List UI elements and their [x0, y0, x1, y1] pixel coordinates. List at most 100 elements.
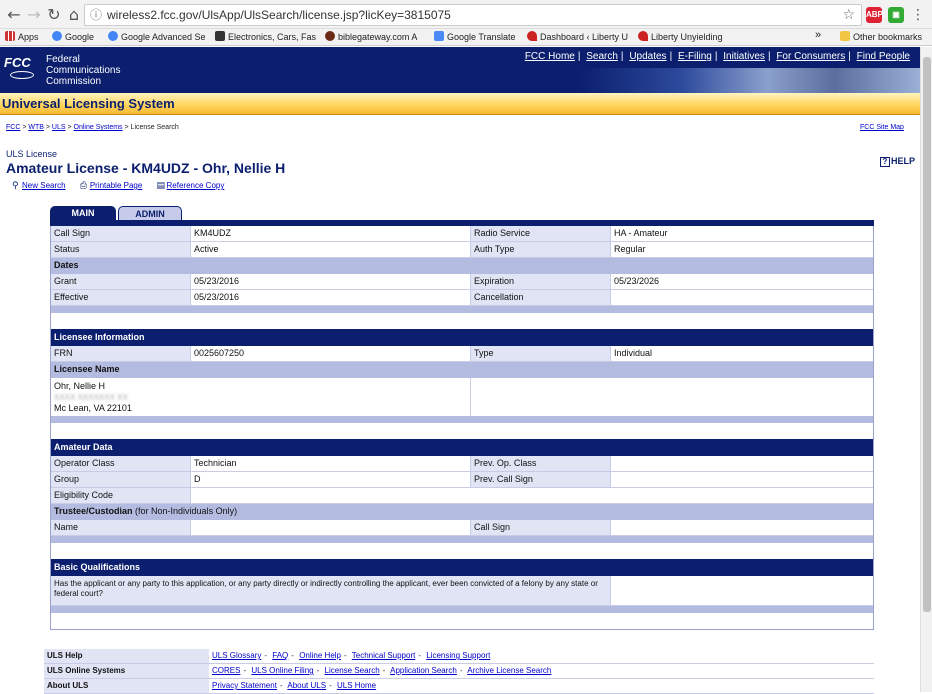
scroll-thumb[interactable]: [923, 57, 931, 612]
help-icon: ?: [880, 157, 890, 167]
operator-class-value: Technician: [191, 456, 471, 471]
site-map-link[interactable]: FCC Site Map: [860, 124, 904, 131]
menu-icon[interactable]: ⋮: [908, 5, 928, 25]
tab-main[interactable]: MAIN: [50, 206, 116, 221]
spacer: [51, 423, 873, 439]
link-uls-home[interactable]: ULS Home: [337, 681, 376, 690]
link-glossary[interactable]: ULS Glossary: [212, 651, 261, 660]
nav-e-filing[interactable]: E-Filing: [678, 51, 712, 62]
footer-systems-label: ULS Online Systems: [44, 664, 209, 678]
printable-page-link[interactable]: ⎙ Printable Page: [80, 181, 142, 191]
nav-fcc-home[interactable]: FCC Home: [525, 51, 575, 62]
reload-icon[interactable]: ↻: [44, 5, 64, 25]
forward-icon[interactable]: →: [24, 5, 44, 25]
nav-search[interactable]: Search: [586, 51, 618, 62]
link-online-filing[interactable]: ULS Online Filing: [251, 666, 313, 675]
call-sign-label: Call Sign: [51, 226, 191, 241]
grant-value: 05/23/2016: [191, 274, 471, 289]
link-cores[interactable]: CORES: [212, 666, 240, 675]
nav-updates[interactable]: Updates: [629, 51, 666, 62]
nav-consumers[interactable]: For Consumers: [776, 51, 845, 62]
link-archive-search[interactable]: Archive License Search: [467, 666, 551, 675]
table-row: Grant 05/23/2016 Expiration 05/23/2026: [51, 274, 873, 290]
link-technical-support[interactable]: Technical Support: [352, 651, 416, 660]
nav-initiatives[interactable]: Initiatives: [723, 51, 765, 62]
bookmark-translate[interactable]: Google Translate: [434, 31, 516, 42]
bible-icon: [325, 31, 335, 41]
back-icon[interactable]: ←: [4, 5, 24, 25]
link-application-search[interactable]: Application Search: [390, 666, 457, 675]
radio-service-label: Radio Service: [471, 226, 611, 241]
header-banner-image: [580, 68, 920, 93]
divider: [51, 606, 873, 613]
licensee-name: Ohr, Nellie H: [54, 381, 106, 391]
crumb-online-systems[interactable]: Online Systems: [74, 124, 123, 131]
bookmark-star-icon[interactable]: ☆: [842, 5, 855, 25]
bookmark-dashboard[interactable]: Dashboard ‹ Liberty U: [527, 31, 628, 42]
bookmarks-bar: Apps Google Google Advanced Se Electroni…: [0, 29, 932, 46]
link-licensing-support[interactable]: Licensing Support: [426, 651, 490, 660]
status-label: Status: [51, 242, 191, 257]
table-row: Eligibility Code: [51, 488, 873, 504]
frn-label: FRN: [51, 346, 191, 361]
link-privacy[interactable]: Privacy Statement: [212, 681, 277, 690]
bookmark-apps[interactable]: Apps: [5, 31, 39, 42]
scrollbar[interactable]: [920, 47, 932, 692]
fcc-logo-text: FCC: [4, 55, 31, 70]
bookmark-google-advanced[interactable]: Google Advanced Se: [108, 31, 206, 42]
table-row: Effective 05/23/2016 Cancellation: [51, 290, 873, 306]
reference-copy-link[interactable]: ▤Reference Copy: [157, 181, 225, 191]
bookmarks-overflow[interactable]: »: [815, 29, 821, 41]
table-row: Name Call Sign: [51, 520, 873, 536]
bookmark-electronics[interactable]: Electronics, Cars, Fas: [215, 31, 316, 42]
tab-admin[interactable]: ADMIN: [118, 206, 182, 221]
licensee-name-subheader: Licensee Name: [51, 362, 873, 378]
crumb-fcc[interactable]: FCC: [6, 124, 20, 131]
expiration-value: 05/23/2026: [611, 274, 873, 289]
cancellation-label: Cancellation: [471, 290, 611, 305]
top-nav: FCC Home | Search | Updates | E-Filing | Ini…: [524, 51, 910, 62]
prev-call-sign-label: Prev. Call Sign: [471, 472, 611, 487]
flame-icon: [638, 31, 648, 41]
felony-answer: [611, 576, 873, 605]
new-search-link[interactable]: ⚲ New Search: [12, 181, 66, 191]
help-button[interactable]: ? HELP: [880, 156, 915, 167]
operator-class-label: Operator Class: [51, 456, 191, 471]
licensee-street-redacted: XXXX XXXXXXX XX: [54, 393, 128, 402]
qualifications-section-header: Basic Qualifications: [51, 559, 873, 576]
trustee-subheader: Trustee/Custodian (for Non-Individuals O…: [51, 504, 873, 520]
info-icon[interactable]: ⓘ: [90, 5, 102, 25]
document-icon: ▤: [156, 181, 166, 191]
fcc-eye-icon: [10, 71, 34, 79]
fcc-logo[interactable]: FCC: [4, 55, 42, 81]
nav-find-people[interactable]: Find People: [857, 51, 910, 62]
home-icon[interactable]: ⌂: [64, 5, 84, 25]
divider: [51, 416, 873, 423]
page-title: Amateur License - KM4UDZ - Ohr, Nellie H: [6, 160, 286, 176]
table-row: Call Sign KM4UDZ Radio Service HA - Amat…: [51, 226, 873, 242]
store-icon: [215, 31, 225, 41]
crumb-uls[interactable]: ULS: [52, 124, 66, 131]
url-text: wireless2.fcc.gov/UlsApp/UlsSearch/licen…: [107, 8, 451, 22]
amateur-section-header: Amateur Data: [51, 439, 873, 456]
type-value: Individual: [611, 346, 873, 361]
adblock-icon[interactable]: ABP: [866, 7, 883, 23]
effective-label: Effective: [51, 290, 191, 305]
google-icon: [52, 31, 62, 41]
licensee-address: Ohr, Nellie H XXXX XXXXXXX XX Mc Lean, V…: [51, 378, 873, 416]
extension-icon[interactable]: ▣: [888, 7, 904, 23]
bookmark-google[interactable]: Google: [52, 31, 94, 42]
bookmark-liberty[interactable]: Liberty Unyielding: [638, 31, 723, 42]
link-license-search[interactable]: License Search: [325, 666, 380, 675]
link-online-help[interactable]: Online Help: [299, 651, 341, 660]
spacer: [51, 543, 873, 559]
crumb-wtb[interactable]: WTB: [28, 124, 44, 131]
bookmark-other[interactable]: Other bookmarks: [840, 31, 922, 42]
trustee-name-value: [191, 520, 471, 535]
address-bar[interactable]: ⓘ wireless2.fcc.gov/UlsApp/UlsSearch/lic…: [84, 4, 862, 26]
fcc-header: FCC Federal Communications Commission FC…: [0, 47, 920, 93]
link-about-uls[interactable]: About ULS: [287, 681, 326, 690]
bookmark-biblegateway[interactable]: biblegateway.com A: [325, 31, 417, 42]
link-faq[interactable]: FAQ: [272, 651, 288, 660]
google-icon: [108, 31, 118, 41]
